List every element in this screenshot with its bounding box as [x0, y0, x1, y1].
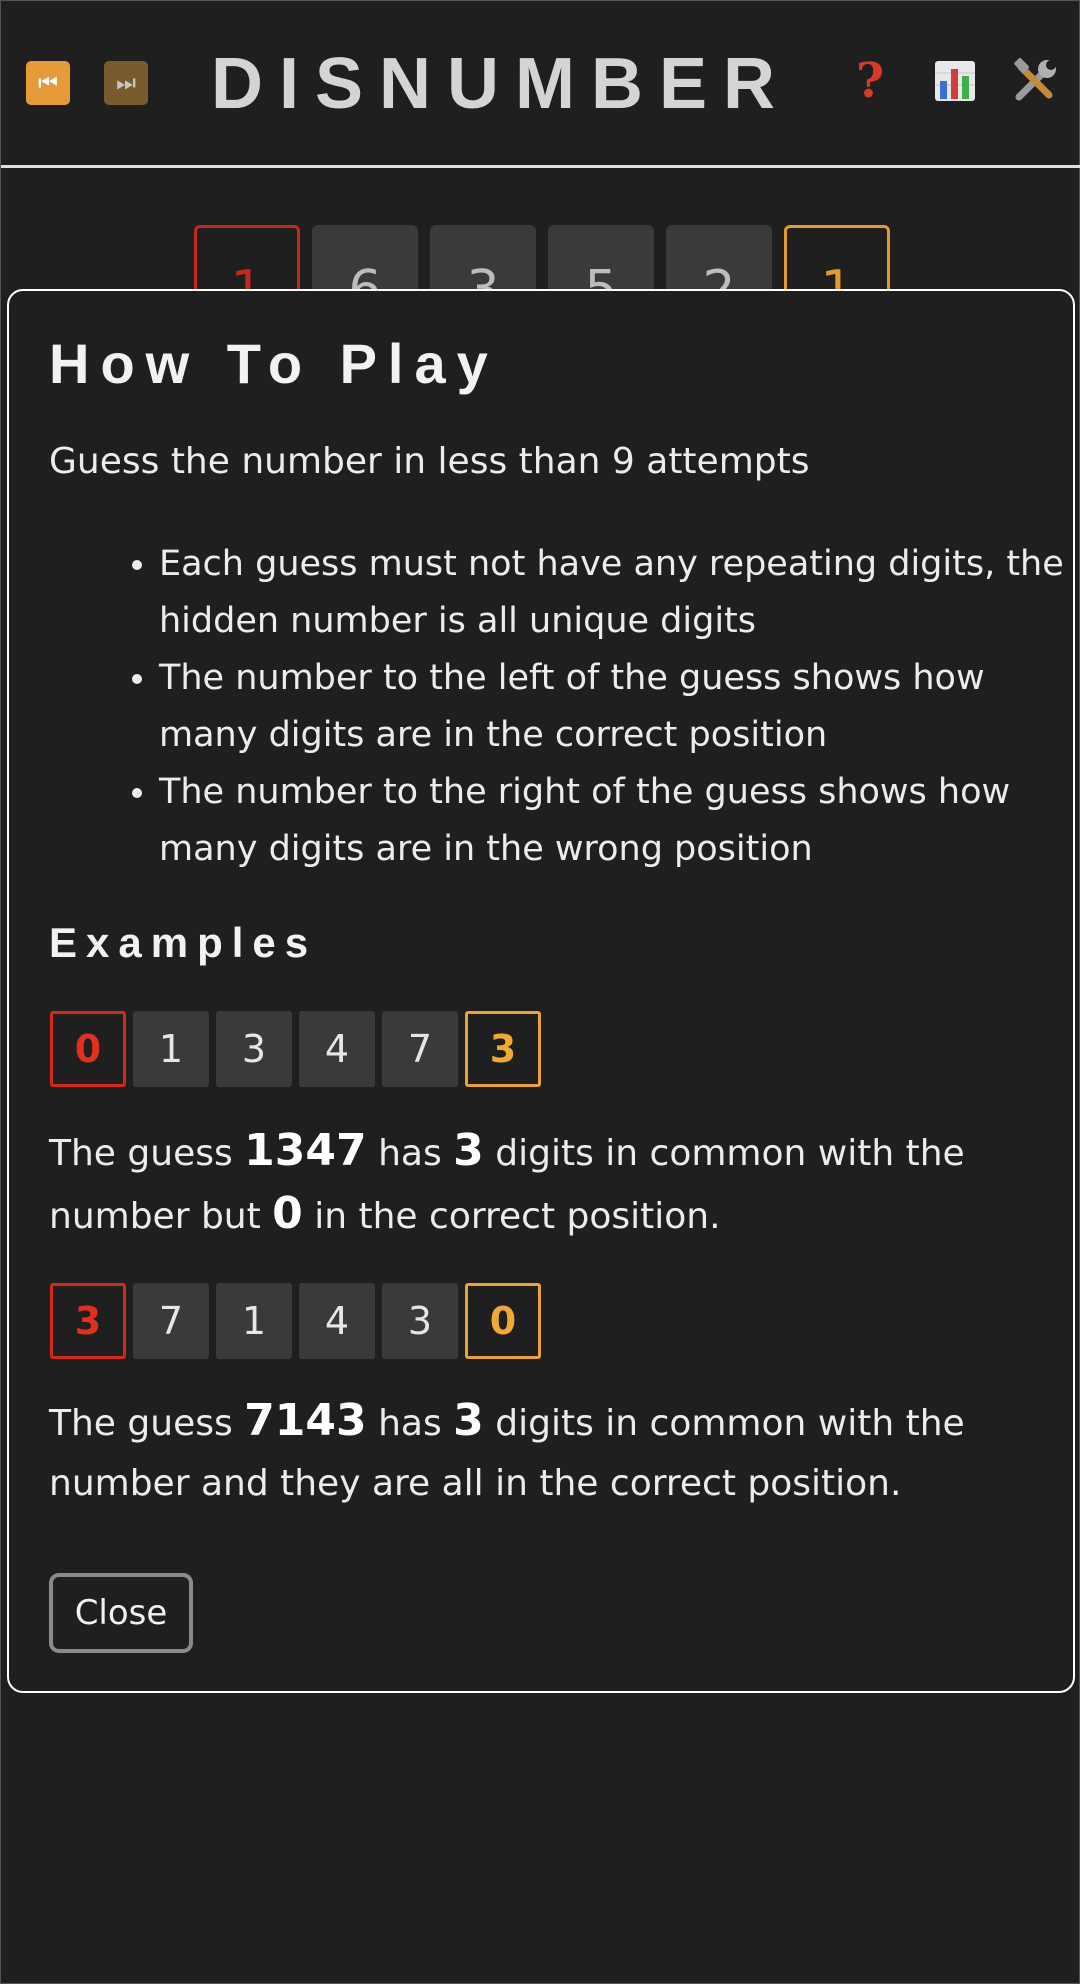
- examples-heading: Examples: [49, 919, 318, 966]
- guess-digit: 1: [133, 1011, 209, 1087]
- example-explanation: The guess 1347 has 3 digits in common wi…: [49, 1125, 965, 1239]
- skip-forward-icon: ⏭: [116, 70, 136, 96]
- guess-digit: 4: [299, 1283, 375, 1359]
- correct-position-count: 0: [50, 1011, 126, 1087]
- close-button[interactable]: Close: [49, 1573, 193, 1653]
- guess-digit: 3: [382, 1283, 458, 1359]
- correct-position-count: 3: [50, 1283, 126, 1359]
- rule-item: The number to the right of the guess sho…: [159, 764, 1079, 878]
- rules-list: Each guess must not have any repeating d…: [119, 536, 1079, 878]
- guess-digit: 7: [382, 1011, 458, 1087]
- intro-text: Guess the number in less than 9 attempts: [49, 441, 810, 482]
- guess-digit: 4: [299, 1011, 375, 1087]
- header: ⏮ ⏭ DISNUMBER ?: [1, 1, 1080, 168]
- app-frame: ⏮ ⏭ DISNUMBER ? 1 6 3 5 2 1 How: [0, 0, 1080, 1984]
- wrong-position-count: 0: [465, 1283, 541, 1359]
- wrong-position-count: 3: [465, 1011, 541, 1087]
- help-icon[interactable]: ?: [856, 53, 884, 109]
- guess-digit: 3: [216, 1011, 292, 1087]
- app-title: DISNUMBER: [210, 44, 791, 124]
- guess-digit: 7: [133, 1283, 209, 1359]
- previous-puzzle-button[interactable]: ⏮: [26, 61, 70, 105]
- rule-item: The number to the left of the guess show…: [159, 650, 1079, 764]
- next-puzzle-button[interactable]: ⏭: [104, 61, 148, 105]
- guess-digit: 1: [216, 1283, 292, 1359]
- skip-back-icon: ⏮: [38, 70, 58, 96]
- example-explanation: The guess 7143 has 3 digits in common wi…: [49, 1395, 965, 1504]
- modal-title: How To Play: [49, 332, 499, 395]
- tools-icon[interactable]: [1011, 57, 1059, 105]
- how-to-play-modal: How To Play Guess the number in less tha…: [7, 289, 1075, 1693]
- rule-item: Each guess must not have any repeating d…: [159, 536, 1079, 650]
- bar-chart-icon[interactable]: [933, 59, 977, 103]
